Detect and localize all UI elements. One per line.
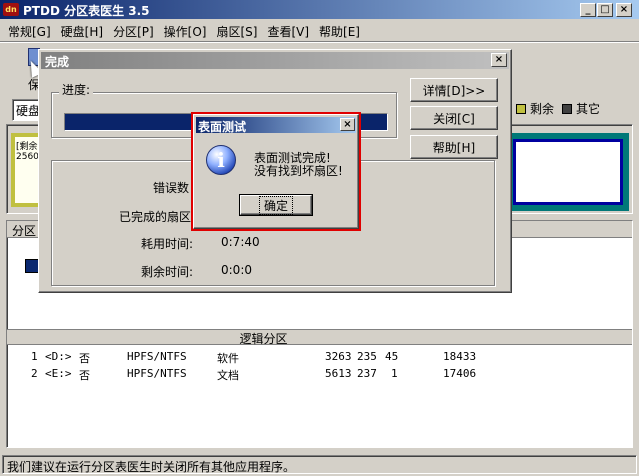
app-title: PTDD 分区表医生 3.5 [23, 4, 150, 18]
menu-general[interactable]: 常规[G] [4, 23, 55, 40]
menu-separator [0, 41, 639, 43]
legend-other-label: 其它 [576, 102, 601, 116]
info-icon: i [206, 145, 236, 175]
minimize-button[interactable]: _ [580, 3, 596, 17]
row-drive: <D:> [45, 350, 72, 363]
row-sector: 45 [385, 350, 399, 363]
row-filesystem: HPFS/NTFS [127, 367, 187, 380]
ok-button[interactable]: 确定 [239, 194, 313, 216]
menu-disk[interactable]: 硬盘[H] [57, 23, 107, 40]
message-line-2: 没有找到坏扇区! [254, 164, 343, 178]
elapsed-value: 0:7:40 [221, 235, 260, 249]
legend-free-label: 剩余 [530, 102, 555, 116]
main-titlebar: dn PTDD 分区表医生 3.5 _ □ × [0, 0, 639, 19]
legend: 剩余 其它 [516, 100, 600, 117]
menu-partition[interactable]: 分区[P] [109, 23, 158, 40]
remaining-value: 0:0:0 [221, 263, 252, 277]
remaining-label: 剩余时间: [141, 265, 194, 279]
progress-dialog-title: 完成 [45, 55, 70, 69]
logical-partition-header: 逻辑分区 [7, 329, 632, 346]
dialog-close-button[interactable]: 关闭[C] [410, 106, 498, 130]
partition-row[interactable]: 1 <D:> 否 HPFS/NTFS 软件 3263 235 45 18433 [7, 350, 632, 366]
errors-label: 错误数 [153, 181, 190, 195]
details-button[interactable]: 详情[D]>> [410, 78, 498, 102]
row-active: 否 [79, 352, 90, 365]
disk-map-partition-block[interactable] [507, 133, 629, 211]
partition-swatch [25, 259, 39, 273]
maximize-button[interactable]: □ [597, 3, 613, 17]
progress-dialog-titlebar: 完成 × [41, 52, 509, 69]
message-box-titlebar: 表面测试 × [196, 117, 356, 134]
row-active: 否 [79, 369, 90, 382]
row-label: 文档 [217, 369, 239, 382]
progress-label: 进度: [59, 81, 94, 98]
row-drive: <E:> [45, 367, 72, 380]
row-head: 237 [357, 367, 377, 380]
progress-dialog-close-button[interactable]: × [491, 53, 507, 67]
row-cylinder: 3263 [325, 350, 352, 363]
menu-view[interactable]: 查看[V] [263, 23, 313, 40]
message-box-title: 表面测试 [198, 120, 247, 134]
done-sectors-label: 已完成的扇区 [119, 210, 192, 224]
row-number: 2 [31, 367, 38, 380]
menu-help[interactable]: 帮助[E] [315, 23, 364, 40]
row-cylinder: 5613 [325, 367, 352, 380]
dialog-help-button[interactable]: 帮助[H] [410, 135, 498, 159]
row-size: 17406 [443, 367, 477, 380]
status-bar: 我们建议在运行分区表医生时关闭所有其他应用程序。 [2, 455, 637, 474]
menu-operation[interactable]: 操作[O] [160, 23, 211, 40]
legend-free-swatch [516, 103, 526, 114]
app-icon: dn [3, 3, 19, 16]
logical-partition-label: 逻辑分区 [239, 332, 288, 346]
elapsed-label: 耗用时间: [141, 237, 194, 251]
menu-bar: 常规[G] 硬盘[H] 分区[P] 操作[O] 扇区[S] 查看[V] 帮助[E… [4, 22, 366, 40]
row-head: 235 [357, 350, 377, 363]
close-button[interactable]: × [616, 3, 632, 17]
status-bar-text: 我们建议在运行分区表医生时关闭所有其他应用程序。 [7, 460, 296, 474]
row-filesystem: HPFS/NTFS [127, 350, 187, 363]
disk-selector-value: 硬盘 [16, 104, 41, 118]
message-box: 表面测试 × i 表面测试完成! 没有找到坏扇区! 确定 [193, 114, 359, 229]
row-label: 软件 [217, 352, 239, 365]
row-sector: 1 [391, 367, 398, 380]
row-size: 18433 [443, 350, 477, 363]
legend-other-swatch [562, 103, 573, 114]
partition-row[interactable]: 2 <E:> 否 HPFS/NTFS 文档 5613 237 1 17406 [7, 367, 632, 383]
partition-column-header[interactable]: 分区 [12, 222, 36, 239]
message-box-close-button[interactable]: × [340, 118, 355, 131]
row-number: 1 [31, 350, 38, 363]
menu-sector[interactable]: 扇区[S] [212, 23, 261, 40]
